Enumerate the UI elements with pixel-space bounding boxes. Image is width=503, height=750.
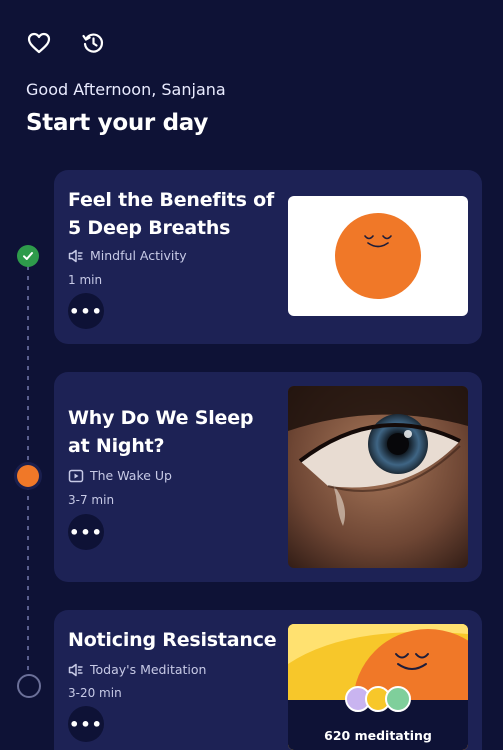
card-thumbnail xyxy=(288,196,468,316)
card-thumbnail xyxy=(288,386,468,568)
card-duration: 3-7 min xyxy=(68,493,115,507)
more-options-button[interactable]: ••• xyxy=(68,514,104,550)
card-type-label: Mindful Activity xyxy=(90,248,187,263)
timeline-dot-completed xyxy=(17,245,39,267)
history-icon[interactable] xyxy=(80,30,106,56)
card-title: Noticing Resistance xyxy=(68,629,277,651)
card-type: Mindful Activity xyxy=(68,248,187,263)
audio-icon xyxy=(68,663,83,676)
avatar-group xyxy=(345,686,411,712)
greeting-text: Good Afternoon, Sanjana xyxy=(26,80,226,99)
video-icon xyxy=(68,469,84,482)
meditating-count-bar: 620 meditating xyxy=(288,686,468,750)
card-type-label: Today's Meditation xyxy=(90,662,207,677)
timeline-dot-upcoming xyxy=(17,674,41,698)
activity-card[interactable]: Noticing Resistance Today's Meditation 3… xyxy=(54,610,482,750)
activity-card[interactable]: Feel the Benefits of 5 Deep Breaths Mind… xyxy=(54,170,482,344)
activity-card[interactable]: Why Do We Sleep at Night? The Wake Up 3-… xyxy=(54,372,482,582)
more-options-button[interactable]: ••• xyxy=(68,706,104,742)
card-type: The Wake Up xyxy=(68,468,172,483)
page-title: Start your day xyxy=(26,110,209,136)
avatar xyxy=(385,686,411,712)
card-duration: 3-20 min xyxy=(68,686,122,700)
card-title: Feel the Benefits of 5 Deep Breaths xyxy=(68,189,275,239)
card-type-label: The Wake Up xyxy=(90,468,172,483)
top-bar xyxy=(26,30,106,56)
card-type: Today's Meditation xyxy=(68,662,206,677)
audio-icon xyxy=(68,249,83,262)
more-options-button[interactable]: ••• xyxy=(68,293,104,329)
checkmark-icon xyxy=(23,252,33,260)
card-duration: 1 min xyxy=(68,273,103,287)
card-title: Why Do We Sleep at Night? xyxy=(68,407,254,457)
timeline-dot-current xyxy=(17,465,39,487)
card-thumbnail: 620 meditating xyxy=(288,624,468,750)
heart-icon[interactable] xyxy=(26,30,52,56)
